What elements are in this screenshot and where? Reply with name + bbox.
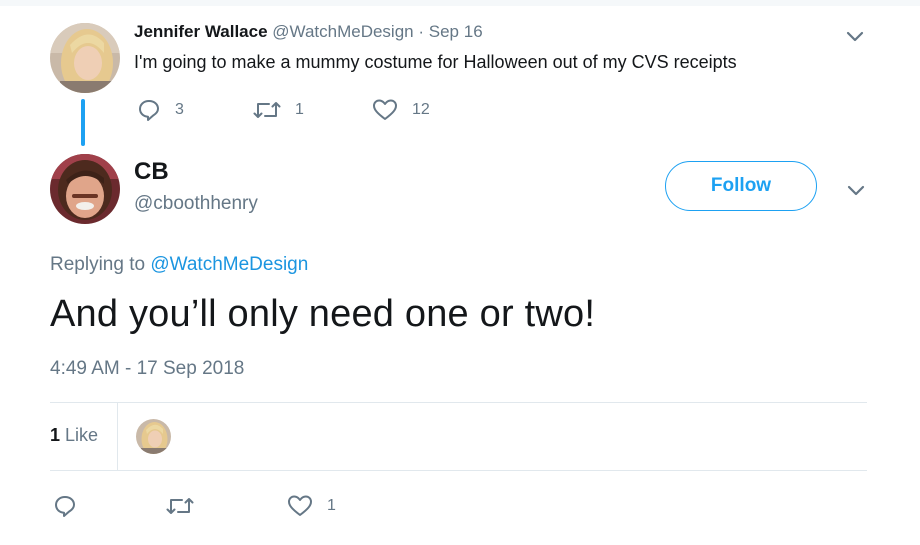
main-author-name[interactable]: CB <box>134 158 169 186</box>
tweet-timestamp[interactable]: 4:49 AM - 17 Sep 2018 <box>50 358 244 380</box>
heart-icon <box>372 98 398 122</box>
likes-count: 1 <box>50 425 61 445</box>
like-count: 12 <box>412 101 430 118</box>
chevron-down-icon[interactable] <box>847 184 865 202</box>
reply-count: 3 <box>175 101 184 118</box>
parent-retweet-action[interactable]: 1 <box>253 98 304 122</box>
heart-icon <box>287 494 313 518</box>
header-separator: · <box>418 22 425 41</box>
likes-stat[interactable]: 1 Like <box>50 425 98 446</box>
parent-reply-action[interactable]: 3 <box>137 98 184 122</box>
avatar-cb[interactable] <box>50 154 120 224</box>
retweet-icon <box>253 98 281 122</box>
stats-divider-top <box>50 402 867 403</box>
main-reply-action[interactable] <box>53 494 77 518</box>
stats-divider-vertical <box>117 403 118 470</box>
parent-author-handle[interactable]: @WatchMeDesign <box>272 22 413 41</box>
parent-author-name[interactable]: Jennifer Wallace <box>134 22 268 41</box>
main-retweet-action[interactable] <box>166 494 194 518</box>
stats-divider-bottom <box>50 470 867 471</box>
follow-button[interactable]: Follow <box>665 161 817 211</box>
liker-avatar[interactable] <box>136 419 171 454</box>
retweet-count: 1 <box>295 101 304 118</box>
retweet-icon <box>166 494 194 518</box>
parent-tweet-header: Jennifer Wallace @WatchMeDesign · Sep 16 <box>134 22 483 42</box>
replying-to: Replying to @WatchMeDesign <box>50 254 308 276</box>
main-like-action[interactable]: 1 <box>287 494 336 518</box>
replying-mention-link[interactable]: @WatchMeDesign <box>150 254 308 275</box>
likes-label: Like <box>65 425 99 445</box>
parent-tweet-text: I'm going to make a mummy costume for Ha… <box>134 52 737 72</box>
parent-like-action[interactable]: 12 <box>372 98 430 122</box>
main-author-handle[interactable]: @cboothhenry <box>134 193 258 215</box>
parent-tweet-date[interactable]: Sep 16 <box>429 22 483 41</box>
reply-icon <box>53 494 77 518</box>
chevron-down-icon[interactable] <box>846 30 864 48</box>
reply-icon <box>137 98 161 122</box>
replying-prefix: Replying to <box>50 254 146 275</box>
main-like-count: 1 <box>327 497 336 514</box>
top-divider <box>0 0 920 6</box>
thread-connector <box>81 99 85 146</box>
avatar-jennifer-wallace[interactable] <box>50 23 120 93</box>
main-tweet-text: And you’ll only need one or two! <box>50 293 596 335</box>
